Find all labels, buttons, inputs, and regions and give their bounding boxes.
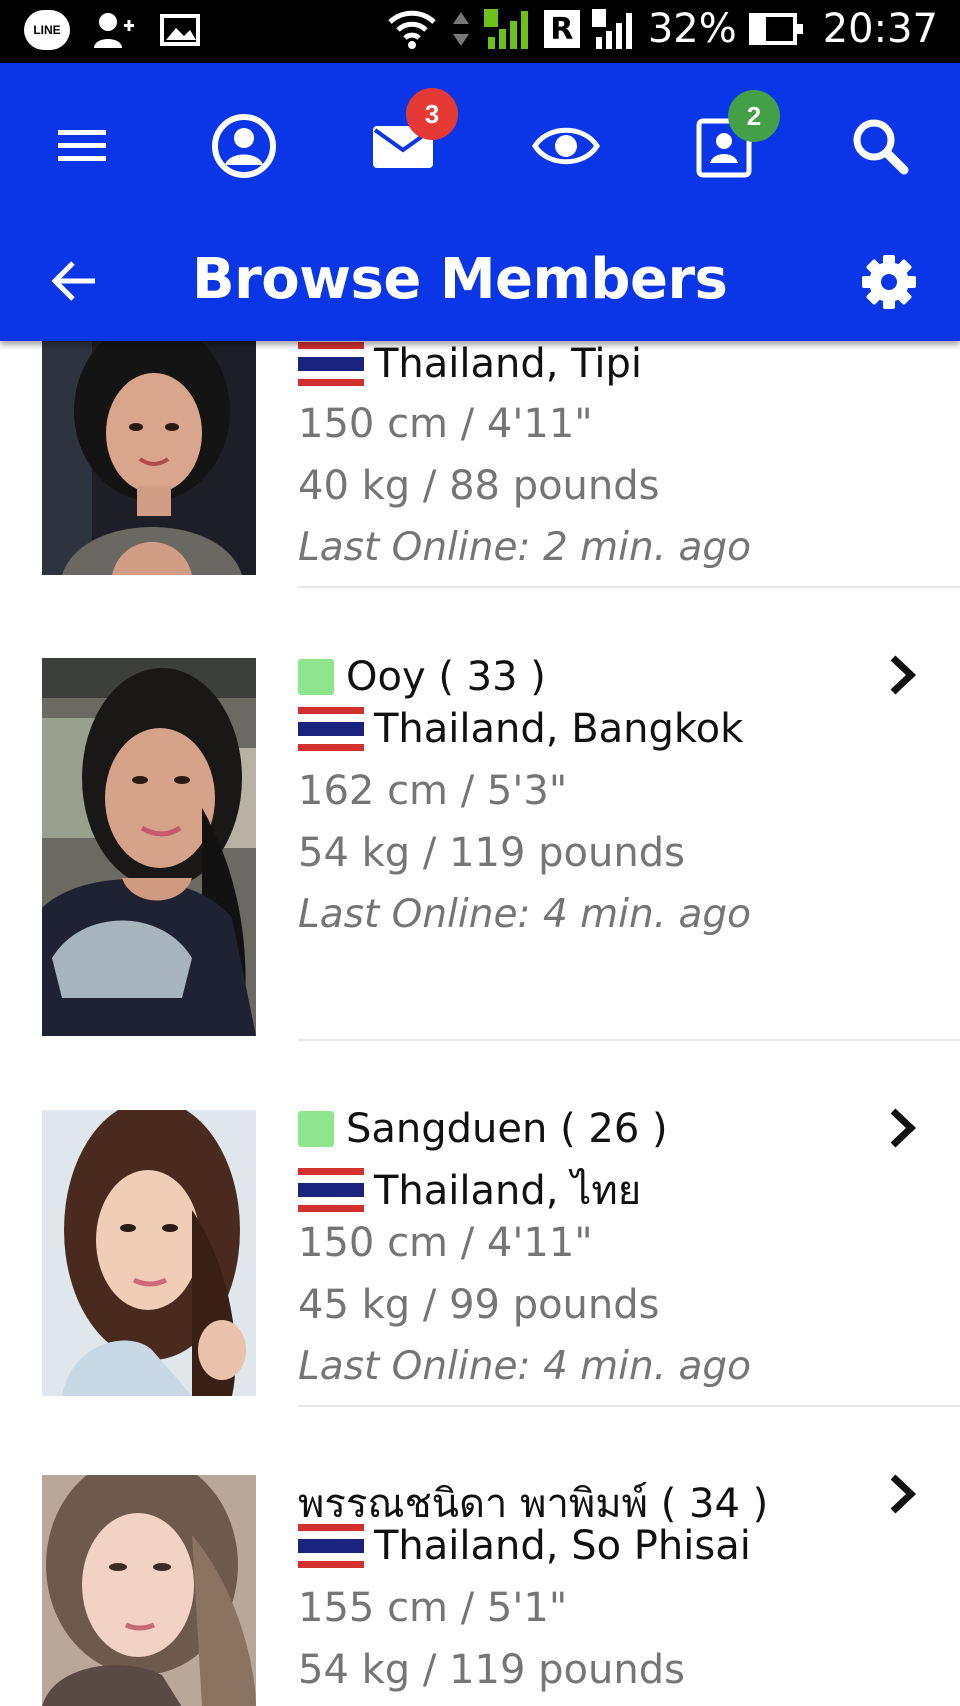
member-location: Thailand, Bangkok (298, 706, 743, 752)
member-weight: 54 kg / 119 pounds (298, 830, 685, 876)
status-bar: LINE R (0, 0, 960, 63)
signal-sim2-icon (592, 7, 636, 51)
gear-icon (861, 254, 917, 310)
eye-icon (532, 123, 600, 169)
member-photo[interactable] (42, 1110, 256, 1396)
open-profile-button[interactable] (882, 1103, 922, 1153)
member-photo[interactable] (42, 658, 256, 1036)
member-height: 150 cm / 4'11" (298, 401, 593, 447)
messages-badge: 3 (406, 88, 458, 140)
member-name[interactable]: Ooy ( 33 ) (298, 654, 546, 700)
member-height: 155 cm / 5'1" (298, 1585, 567, 1631)
member-name[interactable]: Sangduen ( 26 ) (298, 1106, 668, 1152)
search-button[interactable] (842, 108, 918, 184)
member-last-online: Last Online: 2 min. ago (298, 525, 751, 570)
online-indicator (298, 659, 334, 695)
member-list: Thailand, Tipi 150 cm / 4'11" 40 kg / 88… (0, 341, 960, 1706)
thailand-flag-icon (298, 1168, 364, 1212)
roaming-icon: R (544, 10, 580, 48)
menu-button[interactable] (44, 108, 120, 184)
add-contact-icon (92, 10, 136, 50)
clock: 20:37 (823, 6, 938, 52)
open-profile-button[interactable] (882, 1469, 922, 1519)
back-arrow-icon (51, 259, 99, 303)
battery-icon (749, 13, 797, 45)
wifi-icon (386, 8, 438, 50)
app-bar: 3 2 (0, 63, 960, 341)
chevron-right-icon (887, 1473, 917, 1515)
page-title: Browse Members (192, 247, 727, 312)
viewers-button[interactable] (528, 108, 604, 184)
member-height: 162 cm / 5'3" (298, 768, 567, 814)
top-nav: 3 2 (0, 63, 960, 223)
member-card[interactable]: Ooy ( 33 ) Thailand, Bangkok 162 cm / 5'… (0, 588, 960, 1041)
gallery-icon (158, 10, 202, 50)
messages-button[interactable]: 3 (366, 108, 442, 184)
member-height: 150 cm / 4'11" (298, 1220, 593, 1266)
title-bar: Browse Members (0, 223, 960, 341)
search-icon (850, 116, 910, 176)
member-card[interactable]: Sangduen ( 26 ) Thailand, ไทย 150 cm / 4… (0, 1041, 960, 1407)
battery-percent: 32% (648, 6, 737, 52)
menu-icon (56, 126, 108, 166)
member-weight: 45 kg / 99 pounds (298, 1282, 659, 1328)
member-location: Thailand, Tipi (298, 341, 642, 387)
signal-sim1-icon (484, 7, 532, 51)
member-weight: 40 kg / 88 pounds (298, 463, 659, 509)
profile-button[interactable] (206, 108, 282, 184)
open-profile-button[interactable] (882, 650, 922, 700)
thailand-flag-icon (298, 1524, 364, 1568)
member-photo[interactable] (42, 1475, 256, 1706)
member-last-online: Last Online: 4 min. ago (298, 1344, 751, 1389)
line-app-icon: LINE (24, 10, 70, 50)
profile-icon (211, 113, 277, 179)
thailand-flag-icon (298, 707, 364, 751)
member-card[interactable]: Thailand, Tipi 150 cm / 4'11" 40 kg / 88… (0, 341, 960, 588)
contacts-button[interactable]: 2 (686, 108, 762, 184)
chevron-right-icon (887, 1107, 917, 1149)
member-location: Thailand, ไทย (298, 1158, 641, 1222)
member-photo[interactable] (42, 341, 256, 575)
member-card[interactable]: พรรณชนิดา พาพิมพ์ ( 34 ) Thailand, So Ph… (0, 1407, 960, 1706)
contacts-badge: 2 (728, 90, 780, 142)
thailand-flag-icon (298, 342, 364, 386)
data-arrows-icon (450, 8, 472, 50)
chevron-right-icon (887, 654, 917, 696)
member-location: Thailand, So Phisai (298, 1523, 751, 1569)
settings-button[interactable] (856, 249, 922, 315)
back-button[interactable] (42, 251, 108, 311)
member-weight: 54 kg / 119 pounds (298, 1647, 685, 1693)
member-last-online: Last Online: 4 min. ago (298, 892, 751, 937)
online-indicator (298, 1111, 334, 1147)
